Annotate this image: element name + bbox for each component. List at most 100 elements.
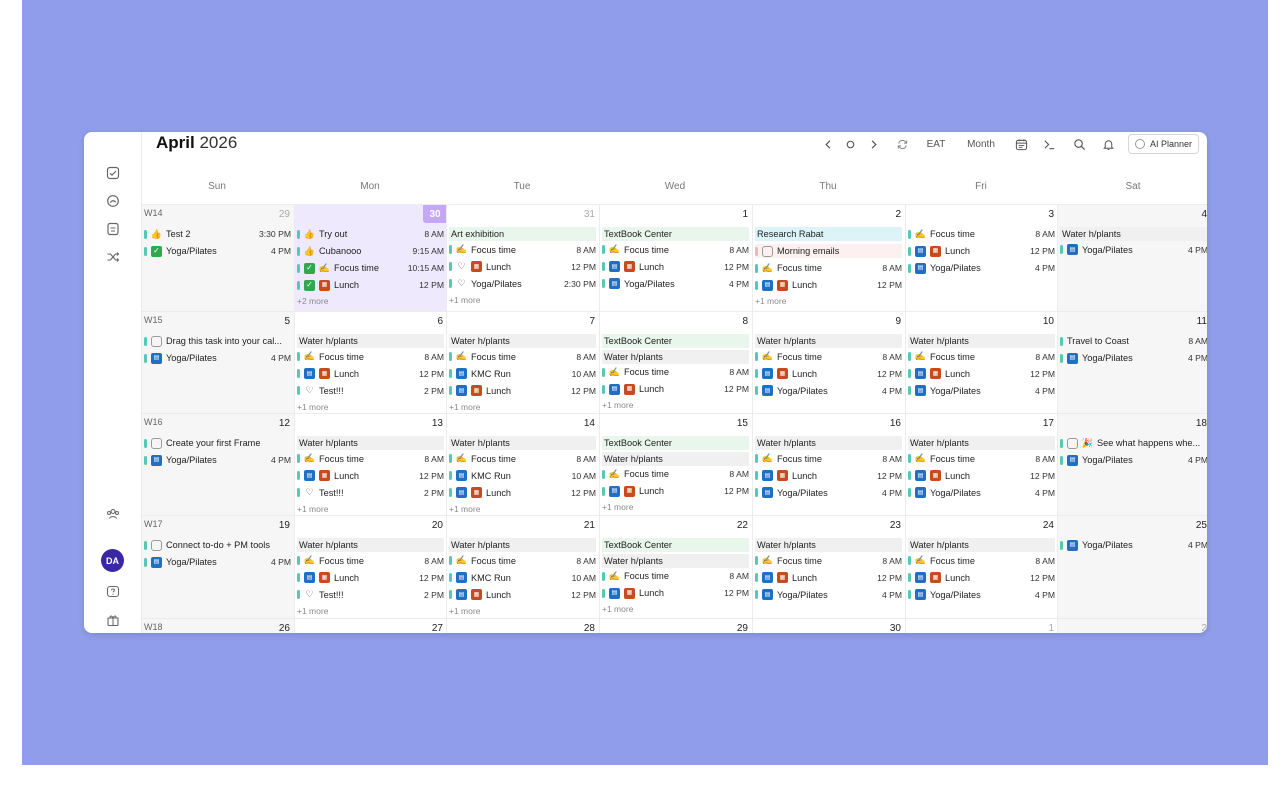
calendar-event[interactable]: 👍 Test 2 3:30 PM: [144, 227, 291, 241]
day-cell[interactable]: 11 Travel to Coast 8 AM ▤ Yoga/Pilates 4 PM: [1057, 311, 1207, 413]
calendar-event[interactable]: ▤ ▦ Lunch 12 PM: [297, 469, 444, 483]
timezone-button[interactable]: EAT: [922, 136, 950, 153]
day-cell[interactable]: 14 Water h/plants ✍ Focus time 8 AM ▤ KMC Run 1…: [446, 413, 599, 515]
day-cell[interactable]: W16 12 Create your first Frame ▤ Yoga/Pilate…: [141, 413, 294, 515]
shuffle-icon[interactable]: [104, 248, 122, 266]
day-cell[interactable]: 18 🎉 See what happens whe... ▤ Yoga/Pilates 4…: [1057, 413, 1207, 515]
calendar-event[interactable]: ▤ ▦ Lunch 12 PM: [602, 260, 749, 274]
previous-icon[interactable]: [820, 136, 836, 153]
more-events-link[interactable]: +1 more: [602, 400, 633, 410]
calendar-event[interactable]: ▤ Yoga/Pilates 4 PM: [755, 588, 902, 602]
calendar-event[interactable]: Water h/plants: [908, 436, 1055, 450]
day-cell[interactable]: 21 Water h/plants ✍ Focus time 8 AM ▤ KMC Run 1…: [446, 515, 599, 618]
calendar-event[interactable]: Water h/plants: [449, 538, 596, 552]
calendar-event[interactable]: ✍ Focus time 8 AM: [755, 452, 902, 466]
calendar-event[interactable]: Water h/plants: [297, 334, 444, 348]
calendar-event[interactable]: ▤ KMC Run 10 AM: [449, 571, 596, 585]
calendar-event[interactable]: Water h/plants: [755, 538, 902, 552]
calendar-event[interactable]: ▤ ▦ Lunch 12 PM: [755, 367, 902, 381]
day-cell[interactable]: 1 TextBook Center ✍ Focus time 8 AM ▤ ▦ Lunch 12…: [599, 204, 752, 311]
day-cell[interactable]: W15 5 Drag this task into your cal... ▤ Yoga…: [141, 311, 294, 413]
more-events-link[interactable]: +1 more: [449, 606, 480, 616]
day-cell[interactable]: 7 Water h/plants ✍ Focus time 8 AM ▤ KMC Run 10…: [446, 311, 599, 413]
calendar-event[interactable]: Water h/plants: [908, 538, 1055, 552]
calendar-event[interactable]: TextBook Center: [602, 538, 749, 552]
day-cell[interactable]: 25 ▤ Yoga/Pilates 4 PM: [1057, 515, 1207, 618]
command-prompt-icon[interactable]: [1040, 136, 1058, 153]
calendar-event[interactable]: ✍ Focus time 8 AM: [602, 569, 749, 583]
calendar-event[interactable]: Connect to-do + PM tools: [144, 538, 291, 552]
calendar-event[interactable]: ▤ ▦ Lunch 12 PM: [602, 586, 749, 600]
day-cell[interactable]: 9 Water h/plants ✍ Focus time 8 AM ▤ ▦ Lunch 12 …: [752, 311, 905, 413]
calendar-event[interactable]: ▤ ▦ Lunch 12 PM: [449, 588, 596, 602]
calendar-event[interactable]: ✍ Focus time 8 AM: [908, 554, 1055, 568]
calendar-event[interactable]: Create your first Frame: [144, 436, 291, 450]
day-cell[interactable]: 3 ✍ Focus time 8 AM ▤ ▦ Lunch 12 PM ▤ Yoga/Pilate…: [905, 204, 1058, 311]
calendar-event[interactable]: ▤ KMC Run 10 AM: [449, 367, 596, 381]
more-events-link[interactable]: +1 more: [297, 402, 328, 412]
next-icon[interactable]: [865, 136, 881, 153]
calendar-event[interactable]: ♡ Test!!! 2 PM: [297, 486, 444, 500]
calendar-event[interactable]: 👍 Try out 8 AM: [297, 227, 444, 241]
day-cell[interactable]: 30: [752, 618, 905, 633]
day-cell[interactable]: 22 TextBook Center Water h/plants ✍ Focus ti…: [599, 515, 752, 618]
search-icon[interactable]: [1070, 136, 1088, 153]
calendar-event[interactable]: ▤ Yoga/Pilates 4 PM: [908, 261, 1055, 275]
day-cell[interactable]: 10 Water h/plants ✍ Focus time 8 AM ▤ ▦ Lunch 12…: [905, 311, 1058, 413]
day-cell[interactable]: 6 Water h/plants ✍ Focus time 8 AM ▤ ▦ Lunch 12 …: [294, 311, 447, 413]
calendar-event[interactable]: TextBook Center: [602, 436, 749, 450]
calendar-event[interactable]: Water h/plants: [297, 538, 444, 552]
calendar-event[interactable]: ✍ Focus time 8 AM: [449, 243, 596, 257]
calendar-event[interactable]: Water h/plants: [602, 553, 749, 568]
calendar-event[interactable]: ♡ Test!!! 2 PM: [297, 384, 444, 398]
team-icon[interactable]: [104, 505, 122, 523]
calendar-event[interactable]: TextBook Center: [602, 227, 749, 241]
calendar-event[interactable]: Water h/plants: [449, 436, 596, 450]
ai-planner-button[interactable]: AI Planner: [1128, 134, 1199, 154]
day-cell[interactable]: 13 Water h/plants ✍ Focus time 8 AM ▤ ▦ Lunch 12…: [294, 413, 447, 515]
calendar-event[interactable]: ▤ ▦ Lunch 12 PM: [908, 571, 1055, 585]
calendar-event[interactable]: ▤ Yoga/Pilates 4 PM: [908, 486, 1055, 500]
calendar-event[interactable]: ▤ ▦ Lunch 12 PM: [755, 278, 902, 292]
help-icon[interactable]: [104, 583, 122, 601]
calendar-event[interactable]: Water h/plants: [297, 436, 444, 450]
calendar-event[interactable]: ✍ Focus time 8 AM: [449, 350, 596, 364]
more-events-link[interactable]: +1 more: [449, 295, 480, 305]
calendar-event[interactable]: Art exhibition: [449, 227, 596, 241]
calendar-event[interactable]: ✍ Focus time 8 AM: [908, 227, 1055, 241]
inbox-icon[interactable]: [104, 220, 122, 238]
calendar-event[interactable]: ▤ KMC Run 10 AM: [449, 469, 596, 483]
day-cell[interactable]: 30 👍 Try out 8 AM 👍 Cubanooo 9:15 AM ✓ ✍ Focus ti…: [294, 204, 447, 311]
gift-icon[interactable]: [104, 611, 122, 629]
calendar-event[interactable]: ▤ ▦ Lunch 12 PM: [908, 367, 1055, 381]
calendar-event[interactable]: ▤ ▦ Lunch 12 PM: [449, 384, 596, 398]
calendar-event[interactable]: ♡ Test!!! 2 PM: [297, 588, 444, 602]
day-cell[interactable]: 2 Research Rabat Morning emails ✍ Focus time…: [752, 204, 905, 311]
calendar-event[interactable]: ▤ Yoga/Pilates 4 PM: [755, 384, 902, 398]
calendar-event[interactable]: ♡ Yoga/Pilates 2:30 PM: [449, 277, 596, 291]
day-cell[interactable]: 27: [294, 618, 447, 633]
calendar-event[interactable]: ✍ Focus time 8 AM: [602, 243, 749, 257]
calendar-event[interactable]: 👍 Cubanooo 9:15 AM: [297, 244, 444, 258]
calendar-event[interactable]: Water h/plants: [602, 349, 749, 364]
calendar-event[interactable]: ▤ ▦ Lunch 12 PM: [449, 486, 596, 500]
day-cell[interactable]: 17 Water h/plants ✍ Focus time 8 AM ▤ ▦ Lunch 12…: [905, 413, 1058, 515]
calendar-event[interactable]: ▤ ▦ Lunch 12 PM: [908, 244, 1055, 258]
calendar-icon[interactable]: [1012, 136, 1030, 153]
calendar-event[interactable]: Research Rabat: [755, 227, 902, 241]
calendar-event[interactable]: Morning emails: [755, 244, 902, 258]
more-events-link[interactable]: +1 more: [602, 502, 633, 512]
day-cell[interactable]: 15 TextBook Center Water h/plants ✍ Focus ti…: [599, 413, 752, 515]
day-cell[interactable]: W14 29 👍 Test 2 3:30 PM ✓ Yoga/Pilates 4 PM: [141, 204, 294, 311]
calendar-event[interactable]: ♡ ▦ Lunch 12 PM: [449, 260, 596, 274]
day-cell[interactable]: 1: [905, 618, 1058, 633]
calendar-event[interactable]: ▤ Yoga/Pilates 4 PM: [755, 486, 902, 500]
more-events-link[interactable]: +1 more: [297, 504, 328, 514]
calendar-event[interactable]: ✍ Focus time 8 AM: [908, 350, 1055, 364]
calendar-event[interactable]: ▤ Yoga/Pilates 4 PM: [1060, 351, 1207, 365]
calendar-event[interactable]: ▤ ▦ Lunch 12 PM: [297, 571, 444, 585]
calendar-event[interactable]: Water h/plants: [755, 334, 902, 348]
calendar-event[interactable]: ▤ Yoga/Pilates 4 PM: [1060, 243, 1207, 257]
calendar-event[interactable]: ▤ ▦ Lunch 12 PM: [297, 367, 444, 381]
calendar-event[interactable]: ✍ Focus time 8 AM: [755, 350, 902, 364]
